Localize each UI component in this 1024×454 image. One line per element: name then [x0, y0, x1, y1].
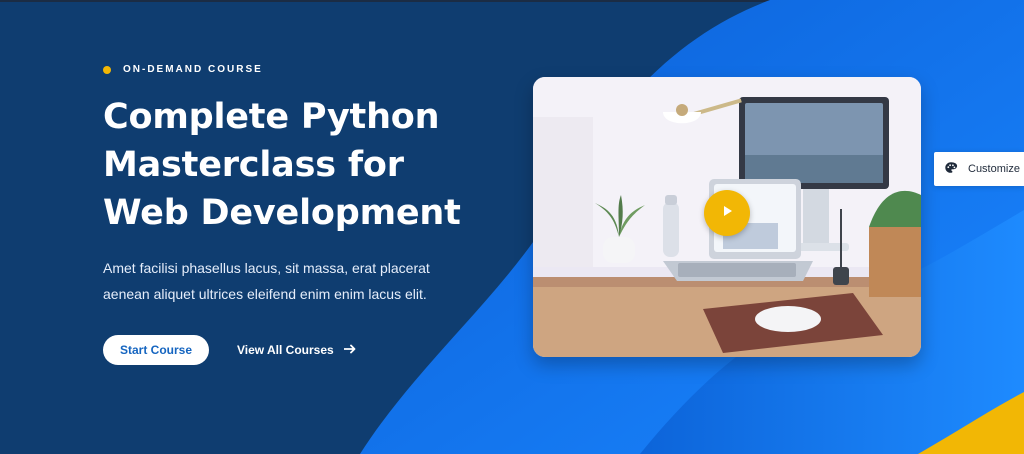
accent-dot	[103, 65, 111, 74]
play-icon	[719, 203, 735, 224]
hero-title-line-2: Masterclass for	[103, 145, 404, 185]
hero-title-line-1: Complete Python	[103, 97, 440, 137]
view-all-courses-label: View All Courses	[237, 343, 334, 357]
start-course-button[interactable]: Start Course	[103, 335, 209, 365]
course-eyebrow: ON-DEMAND COURSE	[103, 64, 523, 75]
play-button[interactable]	[704, 190, 750, 236]
arrow-right-icon	[342, 343, 356, 357]
hero-actions: Start Course View All Courses	[103, 335, 523, 365]
hero-title-line-3: Web Development	[103, 193, 461, 233]
hero-title: Complete Python Masterclass for Web Deve…	[103, 93, 523, 237]
eyebrow-text: ON-DEMAND COURSE	[123, 64, 263, 75]
hero-section: ON-DEMAND COURSE Complete Python Masterc…	[0, 0, 1024, 454]
palette-icon	[944, 161, 958, 178]
hero-content: ON-DEMAND COURSE Complete Python Masterc…	[103, 64, 523, 365]
customize-label: Customize	[968, 163, 1020, 175]
hero-description: Amet facilisi phasellus lacus, sit massa…	[103, 260, 430, 302]
view-all-courses-link[interactable]: View All Courses	[237, 343, 356, 357]
customize-button[interactable]: Customize	[934, 152, 1024, 186]
